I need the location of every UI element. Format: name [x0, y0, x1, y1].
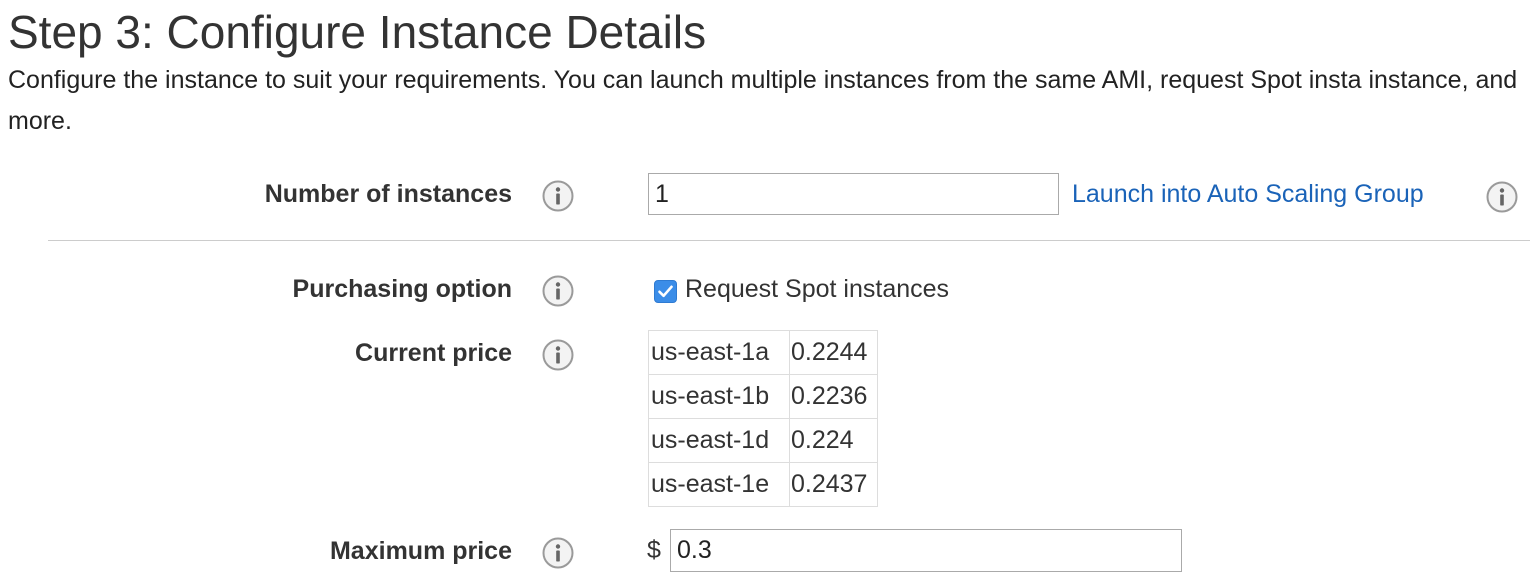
table-row: us-east-1d 0.224 [648, 418, 878, 463]
zone-cell: us-east-1e [648, 462, 790, 507]
table-row: us-east-1e 0.2437 [648, 462, 878, 507]
number-of-instances-input[interactable] [648, 173, 1059, 215]
launch-auto-scaling-link[interactable]: Launch into Auto Scaling Group [1072, 179, 1424, 209]
maximum-price-input[interactable] [670, 529, 1182, 572]
section-divider [48, 240, 1530, 241]
info-icon[interactable] [542, 339, 574, 371]
page-title: Step 3: Configure Instance Details [8, 6, 707, 58]
checkmark-icon [658, 285, 673, 298]
purchasing-option-label: Purchasing option [292, 275, 512, 303]
zone-cell: us-east-1d [648, 418, 790, 463]
info-icon[interactable] [542, 275, 574, 307]
request-spot-label[interactable]: Request Spot instances [685, 274, 949, 304]
price-cell: 0.224 [789, 418, 878, 463]
currency-symbol: $ [647, 536, 661, 564]
current-price-table: us-east-1a 0.2244 us-east-1b 0.2236 us-e… [648, 330, 878, 507]
zone-cell: us-east-1a [648, 330, 790, 375]
table-row: us-east-1b 0.2236 [648, 374, 878, 419]
zone-cell: us-east-1b [648, 374, 790, 419]
info-icon[interactable] [1486, 181, 1518, 213]
maximum-price-label: Maximum price [329, 537, 512, 565]
price-cell: 0.2244 [789, 330, 878, 375]
info-icon[interactable] [542, 180, 574, 212]
price-cell: 0.2437 [789, 462, 878, 507]
info-icon[interactable] [542, 537, 574, 569]
request-spot-checkbox[interactable] [654, 280, 677, 303]
page-description: Configure the instance to suit your requ… [8, 66, 1518, 135]
number-of-instances-label: Number of instances [264, 180, 512, 208]
price-cell: 0.2236 [789, 374, 878, 419]
configure-instance-page: Step 3: Configure Instance Details Confi… [0, 0, 1530, 586]
current-price-label: Current price [355, 339, 512, 367]
table-row: us-east-1a 0.2244 [648, 330, 878, 375]
